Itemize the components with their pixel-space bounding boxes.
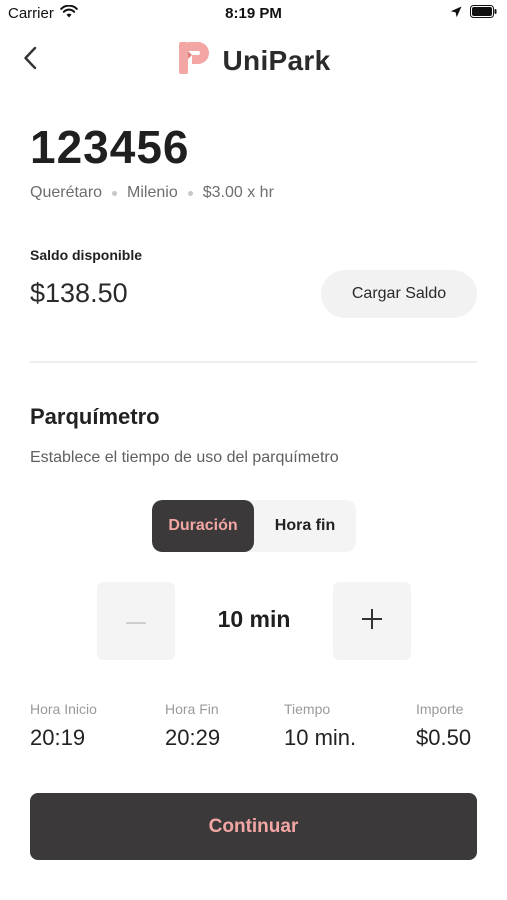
end-time-value: 20:29 <box>165 725 221 750</box>
time-value: 10 min. <box>284 725 357 750</box>
plate-number: 123456 <box>30 121 190 173</box>
end-time-label: Hora Fin <box>165 701 219 717</box>
start-time-label: Hora Inicio <box>30 701 97 717</box>
separator-dot <box>112 190 118 196</box>
decrease-button[interactable] <box>97 582 175 660</box>
status-time: 8:19 PM <box>225 5 282 22</box>
tab-duration[interactable]: Duración <box>152 500 254 552</box>
load-balance-button[interactable]: Cargar Saldo <box>321 270 477 318</box>
amount-label: Importe <box>416 701 464 717</box>
location-meta: Querétaro Milenio $3.00 x hr <box>30 184 274 202</box>
mode-segmented-control: Duración Hora fin <box>152 500 356 552</box>
increase-button[interactable] <box>333 582 411 660</box>
tab-end-time[interactable]: Hora fin <box>254 500 356 552</box>
location-arrow-icon <box>450 5 462 23</box>
section-title: Parquímetro <box>30 404 160 429</box>
city-label: Querétaro <box>30 184 103 201</box>
duration-value: 10 min <box>217 606 291 632</box>
unipark-logo-icon <box>177 40 213 81</box>
separator-dot <box>187 190 193 196</box>
plus-icon <box>362 608 382 634</box>
divider <box>30 361 477 363</box>
status-right <box>450 5 497 23</box>
amount-value: $0.50 <box>416 725 472 750</box>
section-description: Establece el tiempo de uso del parquímet… <box>30 449 339 466</box>
balance-amount: $138.50 <box>30 278 128 308</box>
app-logo: UniPark <box>0 40 507 81</box>
rate-label: $3.00 x hr <box>202 184 274 201</box>
time-label: Tiempo <box>284 701 331 717</box>
battery-icon <box>470 5 497 23</box>
zone-label: Milenio <box>127 184 178 201</box>
balance-label: Saldo disponible <box>30 247 143 263</box>
start-time-value: 20:19 <box>30 725 86 750</box>
minus-icon <box>126 612 146 630</box>
continue-button[interactable]: Continuar <box>30 793 477 860</box>
app-name: UniPark <box>222 44 331 76</box>
